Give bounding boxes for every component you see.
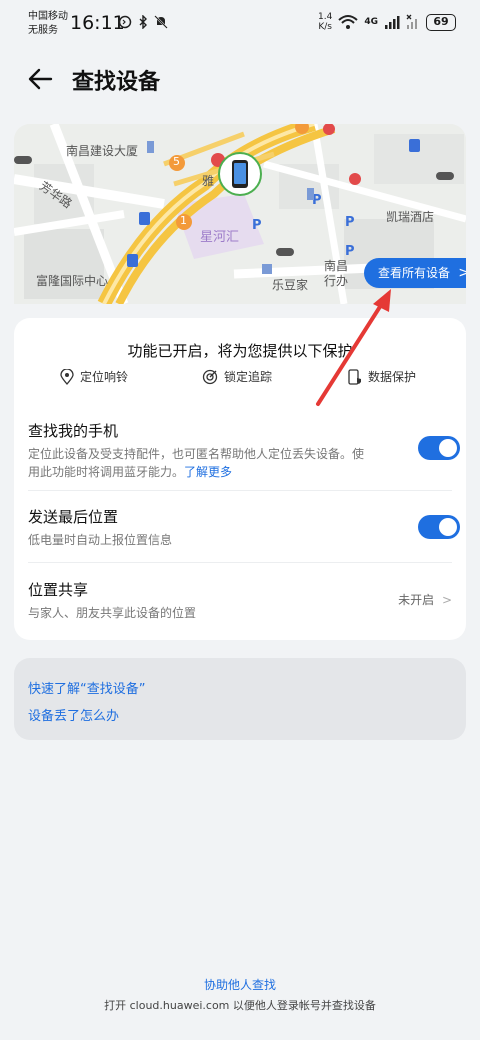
feature-locate-ring: 定位响铃	[60, 368, 128, 385]
no-signal-icon	[406, 14, 417, 29]
page-header: 查找设备	[0, 56, 480, 104]
chevron-right-icon: >	[458, 265, 466, 281]
quick-intro-link[interactable]: 快速了解“查找设备”	[28, 678, 145, 697]
feature-lock-track: 锁定追踪	[202, 368, 272, 385]
chevron-right-icon: >	[441, 593, 452, 607]
page-title: 查找设备	[72, 70, 161, 95]
network-type: 4G	[364, 17, 378, 27]
last-location-row: 发送最后位置 低电量时自动上报位置信息	[28, 506, 452, 549]
divider	[28, 562, 452, 563]
notification-icon	[118, 15, 132, 29]
find-my-phone-toggle[interactable]	[418, 436, 460, 460]
status-icons-left	[118, 15, 168, 29]
map-label: 行办	[324, 274, 349, 288]
find-my-phone-row: 查找我的手机 定位此设备及受支持配件，也可匿名帮助他人定位丢失设备。使用此功能时…	[28, 420, 452, 481]
bluetooth-icon	[139, 15, 147, 29]
map-label: 乐豆家	[272, 278, 309, 292]
map-poi-number: 1	[180, 214, 187, 227]
device-map[interactable]: P P P P 南昌建设大厦 芳华路 雅 星河汇 凯瑞酒店 富隆国际中心 乐豆家…	[14, 124, 466, 304]
battery-indicator: 69	[426, 13, 456, 31]
feature-data-protection: 数据保护	[348, 368, 416, 385]
clock: 16:11	[70, 12, 125, 34]
settings-card: 功能已开启，将为您提供以下保护 定位响铃 锁定追踪 数据保护 查找我的手机 定位…	[14, 318, 466, 640]
last-location-title: 发送最后位置	[28, 508, 119, 526]
last-location-toggle[interactable]	[418, 515, 460, 539]
help-links-card: 快速了解“查找设备” 设备丢了怎么办	[14, 658, 466, 740]
last-location-desc: 低电量时自动上报位置信息	[28, 533, 173, 547]
back-arrow-icon[interactable]	[26, 64, 56, 94]
location-share-row[interactable]: 位置共享 与家人、朋友共享此设备的位置	[28, 579, 452, 622]
find-my-phone-title: 查找我的手机	[28, 422, 119, 440]
map-poi-number: 5	[173, 155, 180, 168]
map-label: 雅	[202, 174, 215, 188]
device-lost-link[interactable]: 设备丢了怎么办	[28, 705, 119, 724]
protection-headline: 功能已开启，将为您提供以下保护	[127, 342, 353, 360]
map-label: 凯瑞酒店	[386, 210, 435, 224]
wifi-icon	[338, 15, 359, 29]
status-bar: 中国移动 无服务 16:11 1.4 K/s 4G 69	[0, 0, 480, 44]
learn-more-link[interactable]: 了解更多	[184, 465, 232, 479]
feature-label: 定位响铃	[80, 370, 129, 384]
svg-text:P: P	[252, 218, 262, 233]
protection-features: 定位响铃 锁定追踪 数据保护	[14, 368, 466, 392]
location-share-desc: 与家人、朋友共享此设备的位置	[28, 606, 197, 620]
service-status: 无服务	[28, 25, 58, 36]
network-speed: 1.4 K/s	[318, 12, 332, 32]
svg-text:P: P	[345, 215, 355, 230]
location-share-status: 未开启 >	[398, 591, 452, 608]
find-my-phone-desc: 定位此设备及受支持配件，也可匿名帮助他人定位丢失设备。使用此功能时将调用蓝牙能力…	[28, 445, 368, 481]
net-speed-unit: K/s	[318, 22, 332, 32]
status-icons-right: 1.4 K/s 4G 69	[318, 12, 456, 32]
location-pin-icon	[60, 368, 74, 385]
signal-icon	[385, 16, 400, 29]
divider	[28, 490, 452, 491]
map-label: 富隆国际中心	[36, 274, 109, 288]
location-share-status-text: 未开启	[398, 593, 435, 607]
phone-shield-icon	[348, 368, 361, 385]
carrier-info: 中国移动 无服务	[28, 10, 68, 38]
map-label: 南昌建设大厦	[66, 144, 139, 158]
feature-label: 数据保护	[368, 370, 417, 384]
help-others-find-link[interactable]: 协助他人查找	[0, 976, 480, 993]
feature-label: 锁定追踪	[224, 370, 273, 384]
net-speed-value: 1.4	[318, 12, 333, 22]
footer-instructions: 打开 cloud.huawei.com 以便他人登录帐号并查找设备	[104, 999, 376, 1012]
location-share-title: 位置共享	[28, 581, 89, 599]
map-label: 星河汇	[200, 230, 240, 245]
view-all-devices-label: 查看所有设备	[378, 266, 451, 280]
view-all-devices-button[interactable]: 查看所有设备 >	[364, 258, 466, 288]
mute-bell-icon	[154, 15, 168, 29]
carrier-name: 中国移动	[28, 11, 68, 22]
lock-target-icon	[202, 369, 218, 384]
